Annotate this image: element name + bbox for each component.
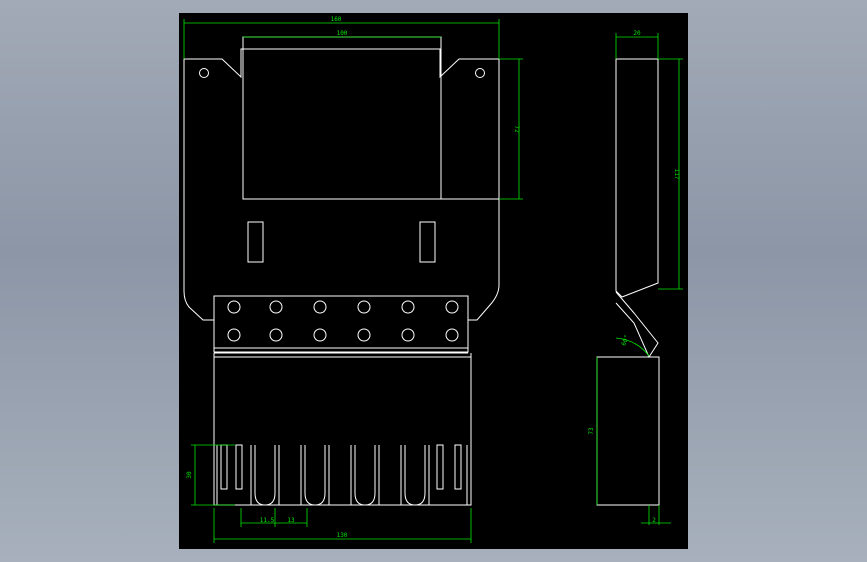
narrow-slot — [220, 444, 228, 490]
terminal-hole — [401, 300, 415, 314]
narrow-slot — [454, 444, 462, 490]
dim-lower-height: 73 — [588, 427, 595, 435]
dim-window-height: 72 — [513, 125, 520, 133]
terminal-hole — [227, 300, 241, 314]
narrow-slot — [235, 444, 243, 490]
dim-side-depth: 20 — [633, 30, 641, 37]
mount-hole-right — [475, 68, 485, 78]
dim-thickness: 2 — [652, 517, 656, 524]
slot-left — [247, 221, 264, 263]
dim-slot-width: 13 — [287, 517, 295, 524]
dim-side-height: 117 — [673, 169, 680, 180]
slot-right — [419, 221, 436, 263]
lower-bracket — [213, 353, 472, 506]
terminal-hole — [227, 328, 241, 342]
terminal-plate — [213, 295, 469, 353]
bottom-teeth — [216, 444, 468, 506]
terminal-holes — [227, 300, 459, 342]
window-cutout — [242, 36, 442, 200]
wide-slot — [404, 445, 426, 506]
terminal-hole — [313, 300, 327, 314]
terminal-hole — [357, 328, 371, 342]
wide-slot — [304, 445, 326, 506]
dim-overall-width: 160 — [331, 16, 342, 23]
front-outline — [183, 48, 500, 321]
dim-lower-width: 130 — [337, 532, 348, 539]
narrow-slot — [436, 444, 444, 490]
terminal-hole — [269, 328, 283, 342]
side-lower — [596, 356, 660, 506]
terminal-hole — [313, 328, 327, 342]
terminal-hole — [445, 300, 459, 314]
terminal-hole — [401, 328, 415, 342]
terminal-hole — [269, 300, 283, 314]
cad-drawing: 160 100 72 20 117 60° 73 2 30 11.5 13 13… — [183, 16, 683, 543]
dim-slot-height: 30 — [186, 471, 193, 479]
wide-slot — [354, 445, 376, 506]
terminal-hole — [357, 300, 371, 314]
cad-viewport[interactable]: 160 100 72 20 117 60° 73 2 30 11.5 13 13… — [179, 13, 688, 549]
dim-slot-pitch: 11.5 — [260, 517, 275, 524]
mount-hole-left — [199, 68, 209, 78]
dim-bend-angle: 60° — [620, 334, 630, 347]
wide-slot — [254, 445, 276, 506]
side-bend — [615, 291, 659, 359]
dim-window-width: 100 — [337, 30, 348, 37]
side-profile — [615, 58, 659, 298]
terminal-hole — [445, 328, 459, 342]
